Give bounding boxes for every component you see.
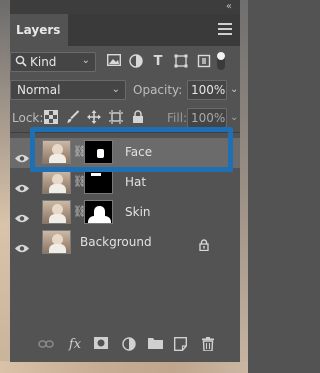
mask-link-chain-icon[interactable]: ⛓ <box>73 174 87 190</box>
fill-label: Fill: <box>167 111 188 125</box>
lock-artboard-icon[interactable] <box>108 110 124 126</box>
link-layers-icon[interactable] <box>38 337 54 353</box>
layer-row-background[interactable]: Background <box>10 228 240 258</box>
smart-object-filter-icon[interactable] <box>196 54 212 70</box>
layer-name[interactable]: Background <box>80 235 152 249</box>
filter-kind-label: Kind <box>30 55 57 69</box>
lock-transparent-pixels-icon[interactable] <box>43 110 59 126</box>
canvas-background-bottom <box>0 361 248 373</box>
opacity-field[interactable]: 100% <box>187 80 227 100</box>
layer-row-hat[interactable]: ⛓ Hat <box>10 168 240 198</box>
opacity-value: 100% <box>191 83 226 97</box>
adjustment-filter-icon[interactable] <box>128 54 144 70</box>
layer-mask-thumbnail[interactable] <box>84 200 113 224</box>
chevron-down-icon: ⌄ <box>81 55 90 66</box>
lock-position-move-icon[interactable] <box>86 110 102 126</box>
layer-name[interactable]: Face <box>125 145 152 159</box>
panel-top-strip: « <box>10 0 240 14</box>
hamburger-menu-icon[interactable] <box>218 23 232 35</box>
lock-row: Lock: Fill: 100% ⌄ <box>10 108 240 128</box>
layer-mask-thumbnail[interactable] <box>84 170 113 194</box>
mask-link-chain-icon[interactable]: ⛓ <box>73 144 87 160</box>
lock-label: Lock: <box>12 111 44 125</box>
new-layer-icon[interactable] <box>172 337 188 353</box>
canvas-background-left <box>0 0 10 373</box>
filter-kind-select[interactable]: Kind ⌄ <box>10 52 96 72</box>
visibility-eye-icon[interactable] <box>15 238 29 253</box>
layers-divider <box>10 132 240 133</box>
new-group-icon[interactable] <box>147 337 163 353</box>
layer-thumbnail[interactable] <box>42 140 71 164</box>
type-filter-icon[interactable]: T <box>150 54 166 70</box>
chevron-down-icon: ⌄ <box>111 84 120 95</box>
mask-link-chain-icon[interactable]: ⛓ <box>73 204 87 220</box>
layer-name[interactable]: Skin <box>125 205 151 219</box>
image-filter-icon[interactable] <box>106 53 122 70</box>
opacity-dropdown-chevron-icon[interactable]: ⌄ <box>230 84 238 95</box>
layer-mask-thumbnail[interactable] <box>84 140 113 164</box>
layer-row-skin[interactable]: ⛓ Skin <box>10 198 240 228</box>
trash-icon[interactable] <box>200 337 216 353</box>
blend-row: Normal ⌄ Opacity: 100% ⌄ <box>10 80 240 102</box>
layer-thumbnail[interactable] <box>42 230 71 254</box>
tab-layers[interactable]: Layers <box>10 14 68 46</box>
layer-filter-row: Kind ⌄ T <box>10 52 240 74</box>
layers-bottom-toolbar: fx <box>10 334 240 356</box>
visibility-eye-icon[interactable] <box>15 208 29 223</box>
layer-thumbnail[interactable] <box>42 170 71 194</box>
fx-icon[interactable]: fx <box>67 337 83 353</box>
panel-tab-bar: Layers <box>10 14 240 46</box>
layer-name[interactable]: Hat <box>125 175 146 189</box>
fill-dropdown-chevron-icon[interactable]: ⌄ <box>230 112 238 123</box>
opacity-label: Opacity: <box>133 83 183 97</box>
blend-mode-select[interactable]: Normal ⌄ <box>10 80 126 100</box>
visibility-eye-icon[interactable] <box>15 148 29 163</box>
layer-row-face[interactable]: ⛓ Face <box>10 138 240 168</box>
layer-locked-icon[interactable] <box>199 236 209 252</box>
lock-all-icon[interactable] <box>130 110 146 126</box>
layer-thumbnail[interactable] <box>42 200 71 224</box>
fill-value: 100% <box>191 111 226 125</box>
search-icon <box>15 55 27 70</box>
canvas-background-right <box>240 0 248 373</box>
shape-filter-icon[interactable] <box>173 54 189 70</box>
collapse-panel-button[interactable]: « <box>226 1 232 12</box>
adjustment-layer-icon[interactable] <box>121 337 137 353</box>
lock-image-pixels-brush-icon[interactable] <box>65 110 81 126</box>
blend-mode-value: Normal <box>17 83 61 97</box>
filter-toggle-switch[interactable] <box>217 52 225 70</box>
layers-panel: « Layers Kind ⌄ T Normal ⌄ Opacity: 100%… <box>10 0 240 362</box>
fill-field[interactable]: 100% <box>187 108 227 128</box>
visibility-eye-icon[interactable] <box>15 178 29 193</box>
add-mask-icon[interactable] <box>93 337 109 353</box>
